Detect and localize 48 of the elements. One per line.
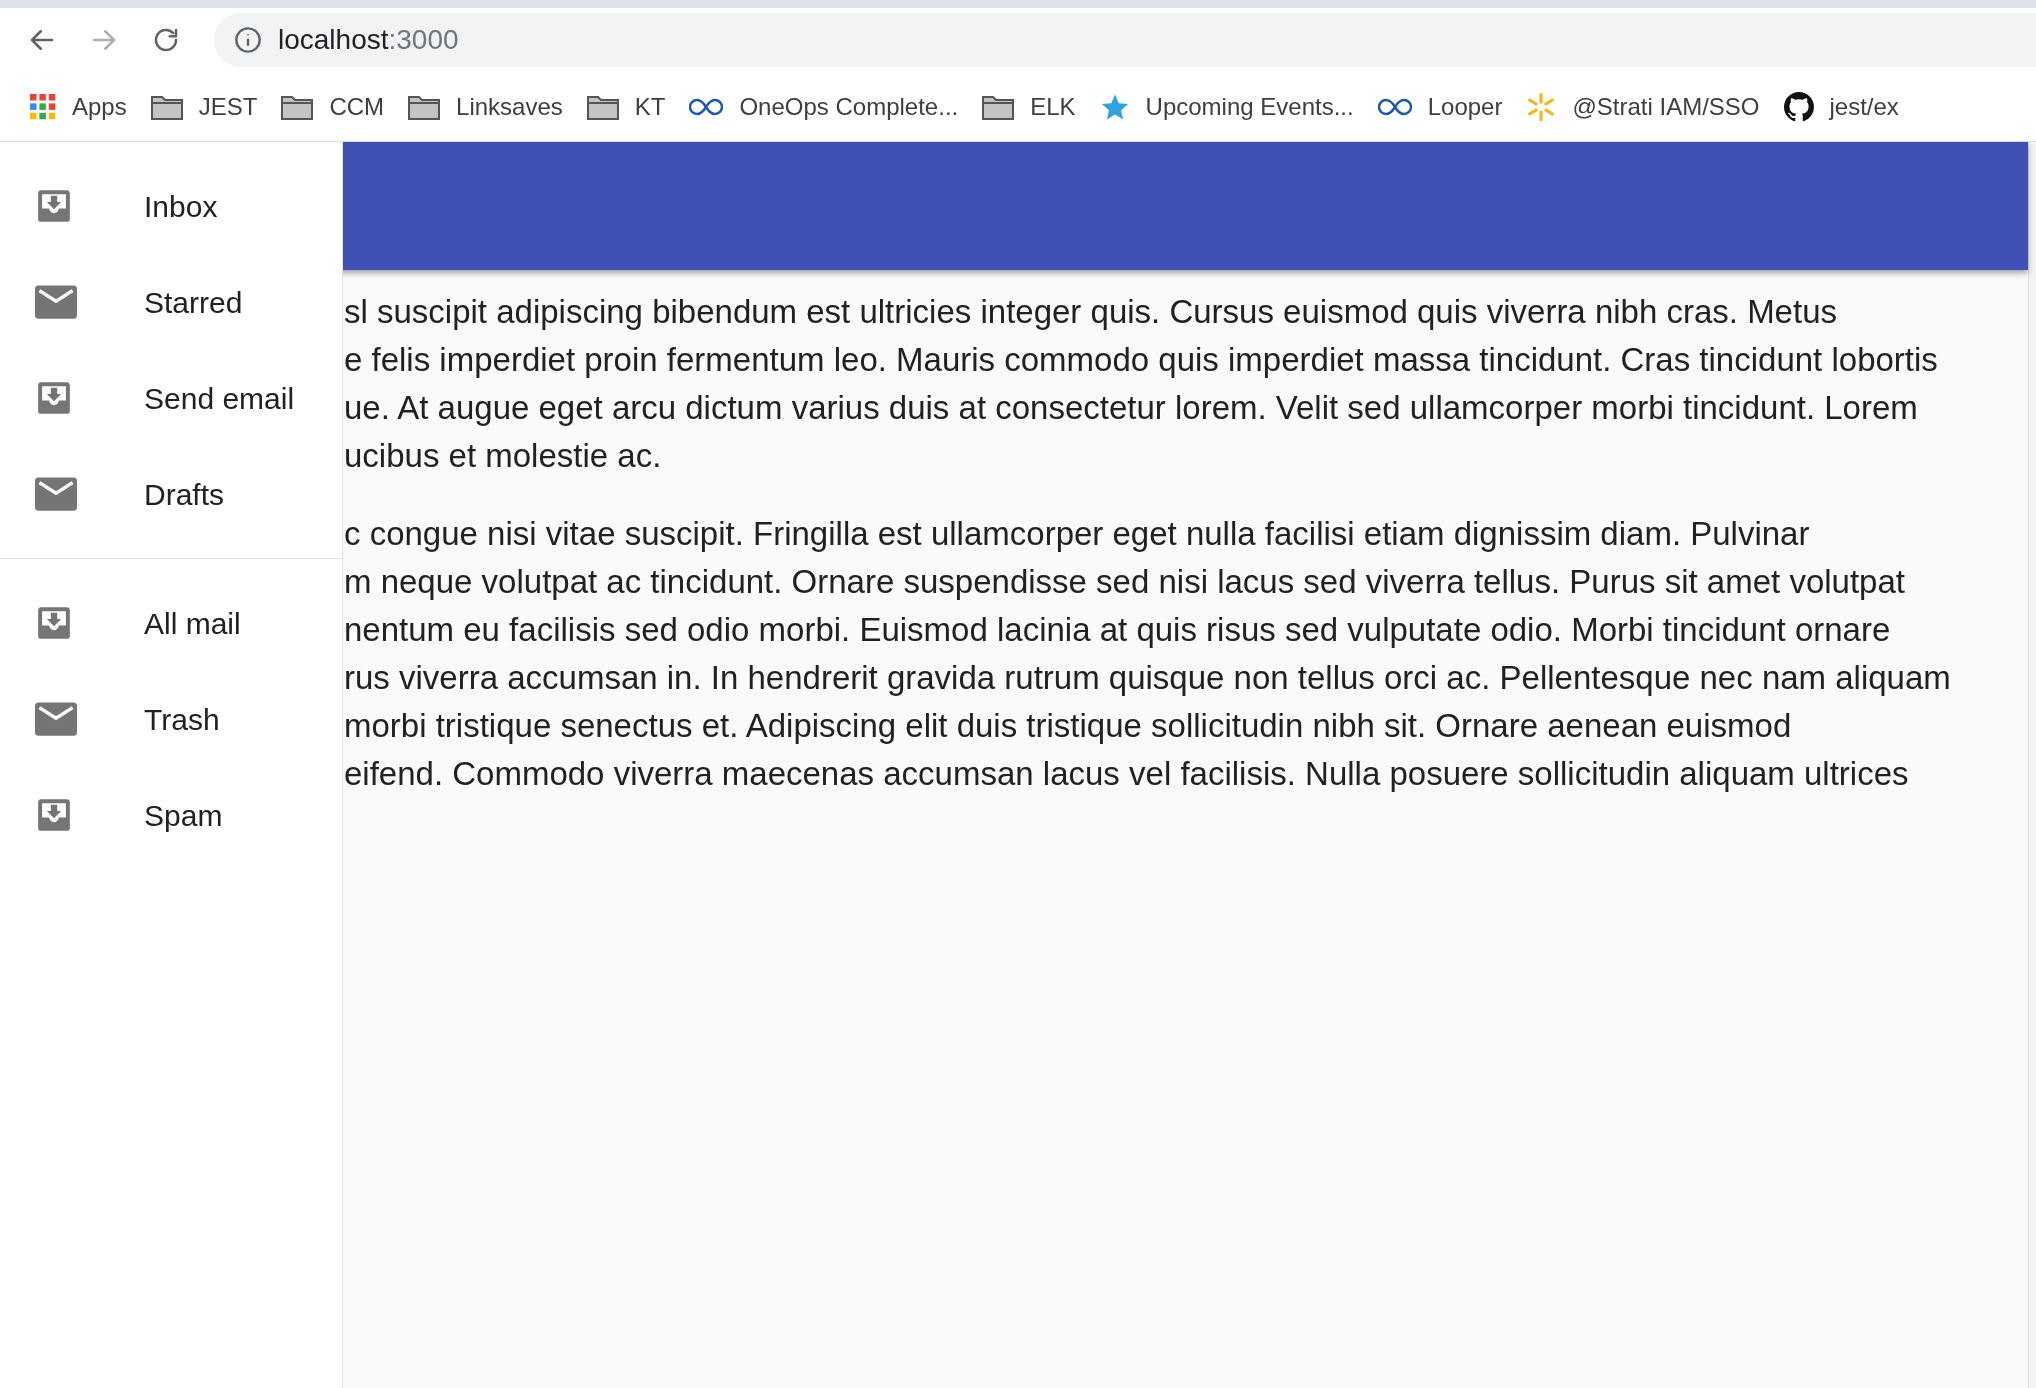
bookmark-link[interactable]: JEST xyxy=(150,88,258,125)
apps-grid-icon xyxy=(30,93,56,120)
bookmark-link[interactable]: ELK xyxy=(982,88,1076,125)
body-text-line: sl suscipit adipiscing bibendum est ultricies integer quis. Cursus euismod quis viverra nibh cras. Metus xyxy=(344,292,1838,332)
bookmark-link[interactable]: Looper xyxy=(1377,88,1503,125)
envelope-icon xyxy=(35,702,77,736)
drawer-item[interactable]: Starred xyxy=(0,254,342,350)
envelope-icon xyxy=(35,477,77,511)
bookmark-link[interactable]: KT xyxy=(586,88,666,125)
bookmark-link[interactable]: Apps xyxy=(30,88,127,125)
body-text-line: eifend. Commodo viverra maecenas accumsan lacus vel facilisis. Nulla posuere sollicitudin aliquam ultrices xyxy=(344,754,1910,794)
folder-icon xyxy=(982,93,1015,120)
body-text-line: m neque volutpat ac tincidunt. Ornare suspendisse sed nisi lacus sed viverra tellus. Purus sit amet volutpat xyxy=(344,562,1906,602)
url-text: localhost:3000 xyxy=(278,23,459,57)
drawer-item[interactable]: All mail xyxy=(0,575,342,671)
body-text-line: c congue nisi vitae suscipit. Fringilla est ullamcorper eget nulla facilisi etiam dignissim diam. Pulvinar xyxy=(344,514,1811,554)
envelope-icon xyxy=(35,285,77,319)
folder-icon xyxy=(281,93,314,120)
drawer-item[interactable]: Spam xyxy=(0,767,342,863)
body-text-line: nentum eu facilisis sed odio morbi. Euismod lacinia at quis risus sed vulputate odio. Morbi tincidunt ornare xyxy=(344,610,1892,650)
drawer-item[interactable]: Inbox xyxy=(0,158,342,254)
address-bar[interactable]: localhost:3000 xyxy=(214,13,2036,67)
info-icon xyxy=(234,26,262,54)
inbox-tray-icon xyxy=(35,796,73,834)
bookmark-link[interactable]: Linksaves xyxy=(408,88,563,125)
bookmark-link[interactable]: CCM xyxy=(281,88,385,125)
github-cat-icon xyxy=(1783,91,1814,122)
infinity-icon xyxy=(1377,97,1412,116)
inbox-tray-icon xyxy=(35,187,73,225)
bookmark-link[interactable]: @Strati IAM/SSO xyxy=(1526,88,1760,125)
drawer-item[interactable]: Trash xyxy=(0,671,342,767)
body-text-line: ue. At augue eget arcu dictum varius duis at consectetur lorem. Velit sed ullamcorper morbi tincidunt. Lorem xyxy=(344,388,1919,428)
spark-icon xyxy=(1526,91,1557,122)
inbox-tray-icon xyxy=(35,379,73,417)
folder-icon xyxy=(586,93,619,120)
body-text-line: e felis imperdiet proin fermentum leo. Mauris commodo quis imperdiet massa tincidunt. Cras tincidunt lobortis xyxy=(344,340,1939,380)
drawer-item[interactable]: Send email xyxy=(0,350,342,446)
body-text-line: morbi tristique senectus et. Adipiscing elit duis tristique sollicitudin nibh sit. Ornare aenean euismod xyxy=(344,706,1793,746)
body-text-line: ucibus et molestie ac. xyxy=(344,436,663,476)
folder-icon xyxy=(150,93,183,120)
folder-icon xyxy=(408,93,441,120)
infinity-icon xyxy=(689,97,724,116)
drawer-item[interactable]: Drafts xyxy=(0,446,342,542)
body-text-line: rus viverra accumsan in. In hendrerit gravida rutrum quisque non tellus orci ac. Pellentesque nec nam aliquam xyxy=(344,658,1951,698)
bookmark-link[interactable]: OneOps Complete... xyxy=(689,88,959,125)
bookmark-link[interactable]: Upcoming Events... xyxy=(1099,88,1354,125)
bookmark-link[interactable]: jest/ex xyxy=(1783,88,1899,125)
inbox-tray-icon xyxy=(35,604,73,642)
